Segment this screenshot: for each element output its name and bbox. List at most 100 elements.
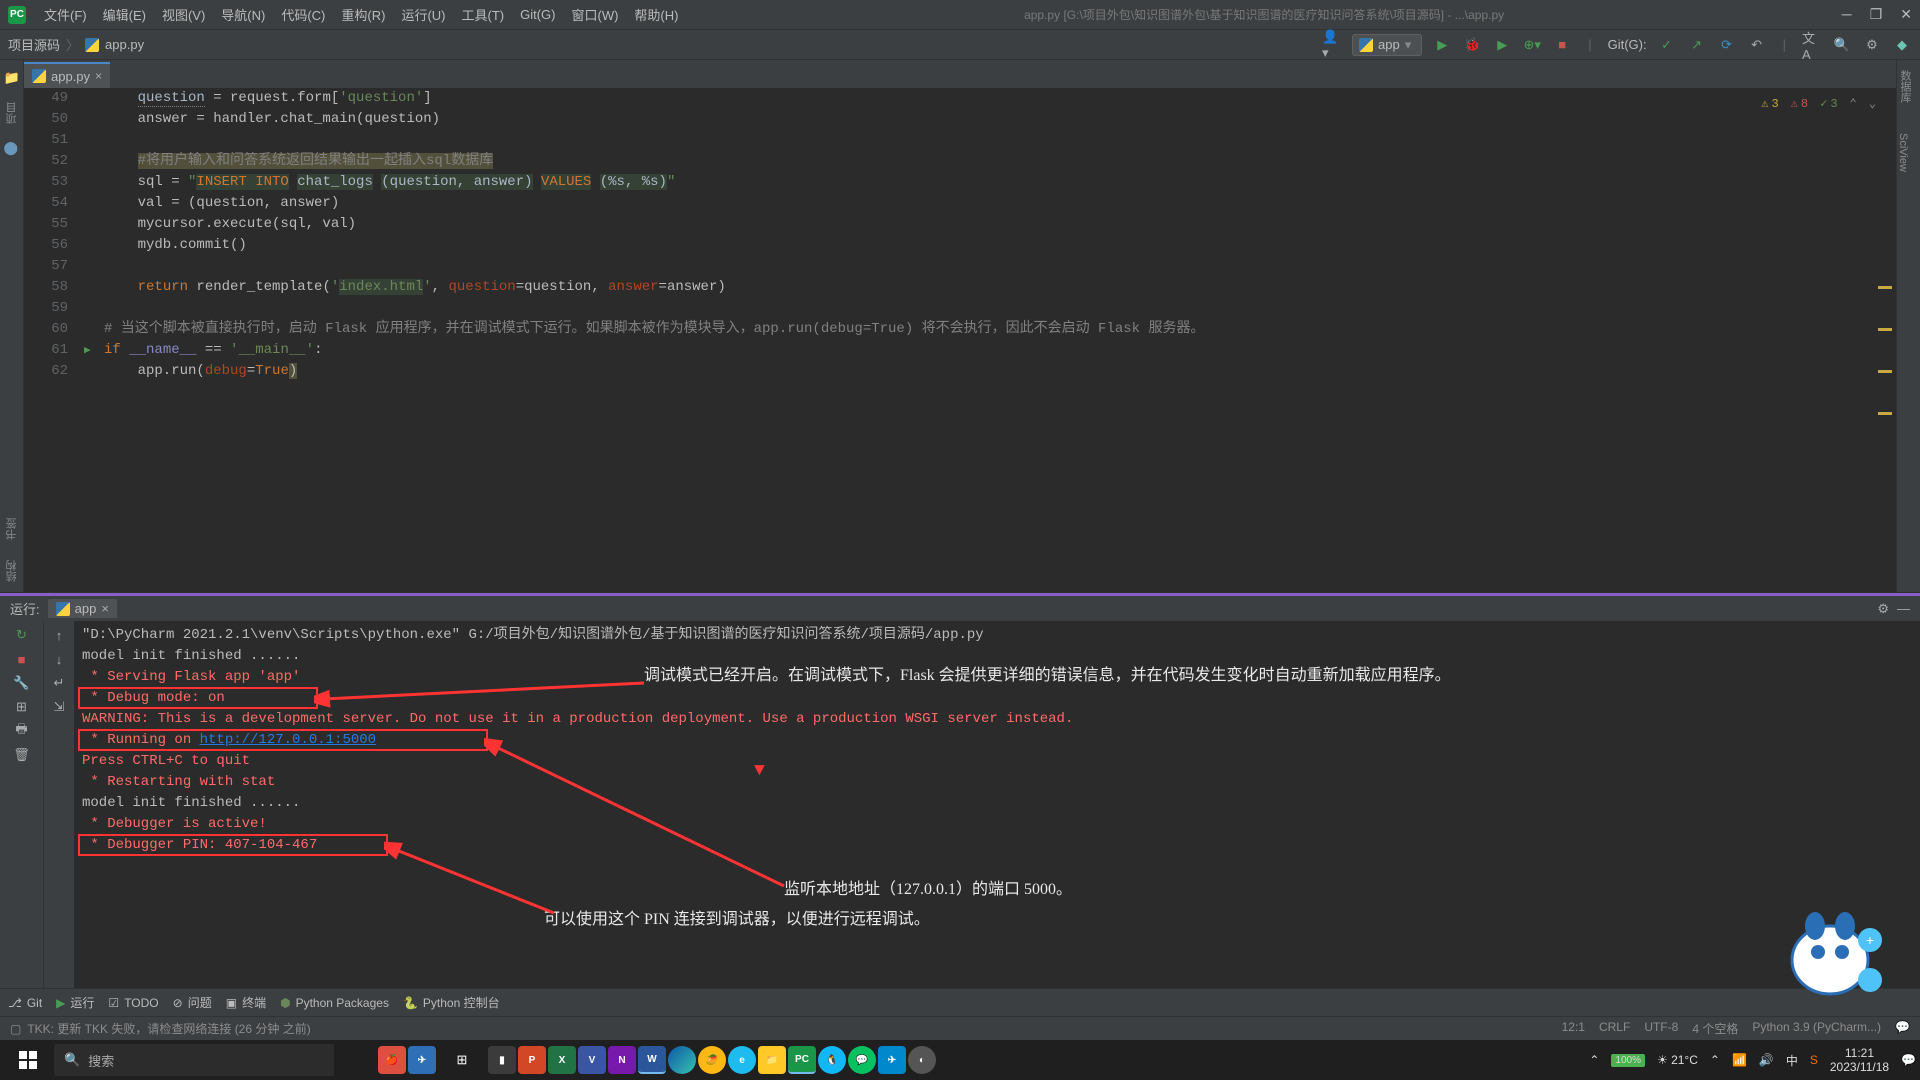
status-line-sep[interactable]: CRLF xyxy=(1599,1020,1630,1037)
status-interpreter[interactable]: Python 3.9 (PyCharm...) xyxy=(1752,1020,1881,1037)
tray-ime-icon[interactable]: 中 xyxy=(1786,1052,1798,1069)
structure-label[interactable]: 结构 xyxy=(4,560,20,582)
app-visio-icon[interactable]: V xyxy=(578,1046,606,1074)
chevron-down-icon[interactable]: ⌄ xyxy=(1869,94,1876,115)
arrow-up-icon[interactable]: ↑ xyxy=(51,627,67,643)
app-icon[interactable]: 🥭 xyxy=(698,1046,726,1074)
menu-git[interactable]: Git(G) xyxy=(512,7,563,22)
search-icon[interactable]: 🔍 xyxy=(1832,35,1852,55)
app-word-icon[interactable]: W xyxy=(638,1046,666,1074)
task-view-icon[interactable]: ⊞ xyxy=(438,1040,486,1080)
tool-run[interactable]: ▶运行 xyxy=(56,994,94,1011)
breadcrumb-file[interactable]: app.py xyxy=(105,37,144,52)
menu-help[interactable]: 帮助(H) xyxy=(626,5,686,24)
tray-wifi-icon[interactable]: 📶 xyxy=(1732,1053,1747,1067)
security-mascot-icon[interactable]: + xyxy=(1770,890,1890,1010)
app-pycharm-icon[interactable]: PC xyxy=(788,1046,816,1074)
settings-icon[interactable]: ⚙ xyxy=(1877,601,1889,617)
maximize-icon[interactable]: ❐ xyxy=(1870,6,1883,23)
taskbar-search[interactable]: 🔍搜索 xyxy=(54,1044,334,1076)
stop-icon[interactable]: ■ xyxy=(1552,35,1572,55)
commit-tool-icon[interactable]: ⬤ xyxy=(4,140,20,156)
close-icon[interactable]: ✕ xyxy=(1900,6,1912,23)
minimize-icon[interactable]: ─ xyxy=(1842,6,1852,23)
app-icon[interactable]: 🍎 xyxy=(378,1046,406,1074)
editor-tab-app[interactable]: app.py × xyxy=(24,62,110,88)
status-indent[interactable]: 4 个空格 xyxy=(1692,1020,1738,1037)
tray-battery-icon[interactable]: 100% xyxy=(1611,1054,1645,1067)
app-explorer-icon[interactable]: 📁 xyxy=(758,1046,786,1074)
app-icon[interactable]: ✈ xyxy=(408,1046,436,1074)
ai-assistant-icon[interactable]: ◆ xyxy=(1892,35,1912,55)
project-tool-icon[interactable]: 📁 xyxy=(4,70,20,86)
typos-indicator[interactable]: ✓ 3 xyxy=(1820,94,1837,115)
tool-python-console[interactable]: 🐍Python 控制台 xyxy=(403,994,500,1011)
arrow-down-icon[interactable]: ↓ xyxy=(51,651,67,667)
menu-code[interactable]: 代码(C) xyxy=(273,5,333,24)
trash-icon[interactable]: 🗑 xyxy=(14,747,30,763)
layout-icon[interactable]: ⊞ xyxy=(14,699,30,715)
tray-weather[interactable]: ☀ 21°C xyxy=(1657,1053,1698,1067)
errors-indicator[interactable]: ⚠ 8 xyxy=(1791,94,1808,115)
start-button[interactable] xyxy=(4,1040,52,1080)
debug-icon[interactable]: 🐞 xyxy=(1462,35,1482,55)
profile-icon[interactable]: ⊕▾ xyxy=(1522,35,1542,55)
git-push-icon[interactable]: ↗ xyxy=(1687,35,1707,55)
stop-icon[interactable]: ■ xyxy=(14,651,30,667)
tool-terminal[interactable]: ▣终端 xyxy=(226,994,266,1011)
tray-expand-icon[interactable]: ⌃ xyxy=(1589,1053,1599,1067)
status-encoding[interactable]: UTF-8 xyxy=(1644,1020,1678,1037)
settings-icon[interactable]: ⚙ xyxy=(1862,35,1882,55)
wrench-icon[interactable]: 🔧 xyxy=(14,675,30,691)
tool-git[interactable]: ⎇Git xyxy=(8,996,42,1010)
breadcrumb-root[interactable]: 项目源码 xyxy=(8,35,60,54)
app-powerpoint-icon[interactable]: P xyxy=(518,1046,546,1074)
app-excel-icon[interactable]: X xyxy=(548,1046,576,1074)
app-telegram-icon[interactable]: ✈ xyxy=(878,1046,906,1074)
minimize-icon[interactable]: — xyxy=(1897,601,1910,616)
run-config-selector[interactable]: app ▾ xyxy=(1352,34,1422,56)
warnings-indicator[interactable]: ⚠ 3 xyxy=(1761,94,1778,115)
database-label[interactable]: 数据库 xyxy=(1897,70,1913,103)
menu-view[interactable]: 视图(V) xyxy=(154,5,213,24)
scroll-to-end-icon[interactable]: ⇲ xyxy=(51,699,67,715)
app-onenote-icon[interactable]: N xyxy=(608,1046,636,1074)
scrollbar-minimap[interactable] xyxy=(1878,118,1892,538)
git-update-icon[interactable]: ⟳ xyxy=(1717,35,1737,55)
user-icon[interactable]: 👤▾ xyxy=(1322,35,1342,55)
tray-clock[interactable]: 11:21 2023/11/18 xyxy=(1830,1046,1889,1075)
sciview-label[interactable]: SciView xyxy=(1897,133,1909,172)
menu-run[interactable]: 运行(U) xyxy=(393,5,453,24)
chevron-up-icon[interactable]: ⌃ xyxy=(1850,94,1857,115)
menu-edit[interactable]: 编辑(E) xyxy=(95,5,154,24)
project-label[interactable]: 项目 xyxy=(4,102,20,124)
code-editor[interactable]: 4950515253545556575859606162 ▶ question … xyxy=(24,88,1896,592)
git-commit-icon[interactable]: ✓ xyxy=(1657,35,1677,55)
print-icon[interactable]: 🖶 xyxy=(14,723,30,739)
run-tab-app[interactable]: app × xyxy=(48,599,117,618)
tray-notifications-icon[interactable]: 💬 xyxy=(1901,1053,1916,1067)
soft-wrap-icon[interactable]: ↵ xyxy=(51,675,67,691)
event-log-icon[interactable]: ▢ xyxy=(10,1022,21,1036)
coverage-icon[interactable]: ▶ xyxy=(1492,35,1512,55)
status-notifications-icon[interactable]: 💬 xyxy=(1895,1020,1910,1037)
close-icon[interactable]: × xyxy=(101,601,109,616)
close-icon[interactable]: × xyxy=(95,69,102,83)
bookmarks-label[interactable]: 书签 xyxy=(4,518,20,540)
tray-volume-icon[interactable]: 🔊 xyxy=(1759,1053,1774,1067)
menu-nav[interactable]: 导航(N) xyxy=(213,5,273,24)
app-sublime-icon[interactable]: ▮ xyxy=(488,1046,516,1074)
app-edge-icon[interactable] xyxy=(668,1046,696,1074)
tool-python-packages[interactable]: ⬢Python Packages xyxy=(280,996,389,1010)
tool-todo[interactable]: ☑TODO xyxy=(108,996,158,1010)
tray-network-icon[interactable]: ⌃ xyxy=(1710,1053,1720,1067)
rerun-icon[interactable]: ↻ xyxy=(14,627,30,643)
menu-window[interactable]: 窗口(W) xyxy=(563,5,626,24)
tool-problems[interactable]: ⊘问题 xyxy=(173,994,212,1011)
status-caret-pos[interactable]: 12:1 xyxy=(1562,1020,1585,1037)
app-ie-icon[interactable]: e xyxy=(728,1046,756,1074)
translate-icon[interactable]: 文A xyxy=(1802,35,1822,55)
app-icon[interactable]: ◐ xyxy=(908,1046,936,1074)
git-history-icon[interactable]: ↶ xyxy=(1747,35,1767,55)
app-wechat-icon[interactable]: 💬 xyxy=(848,1046,876,1074)
